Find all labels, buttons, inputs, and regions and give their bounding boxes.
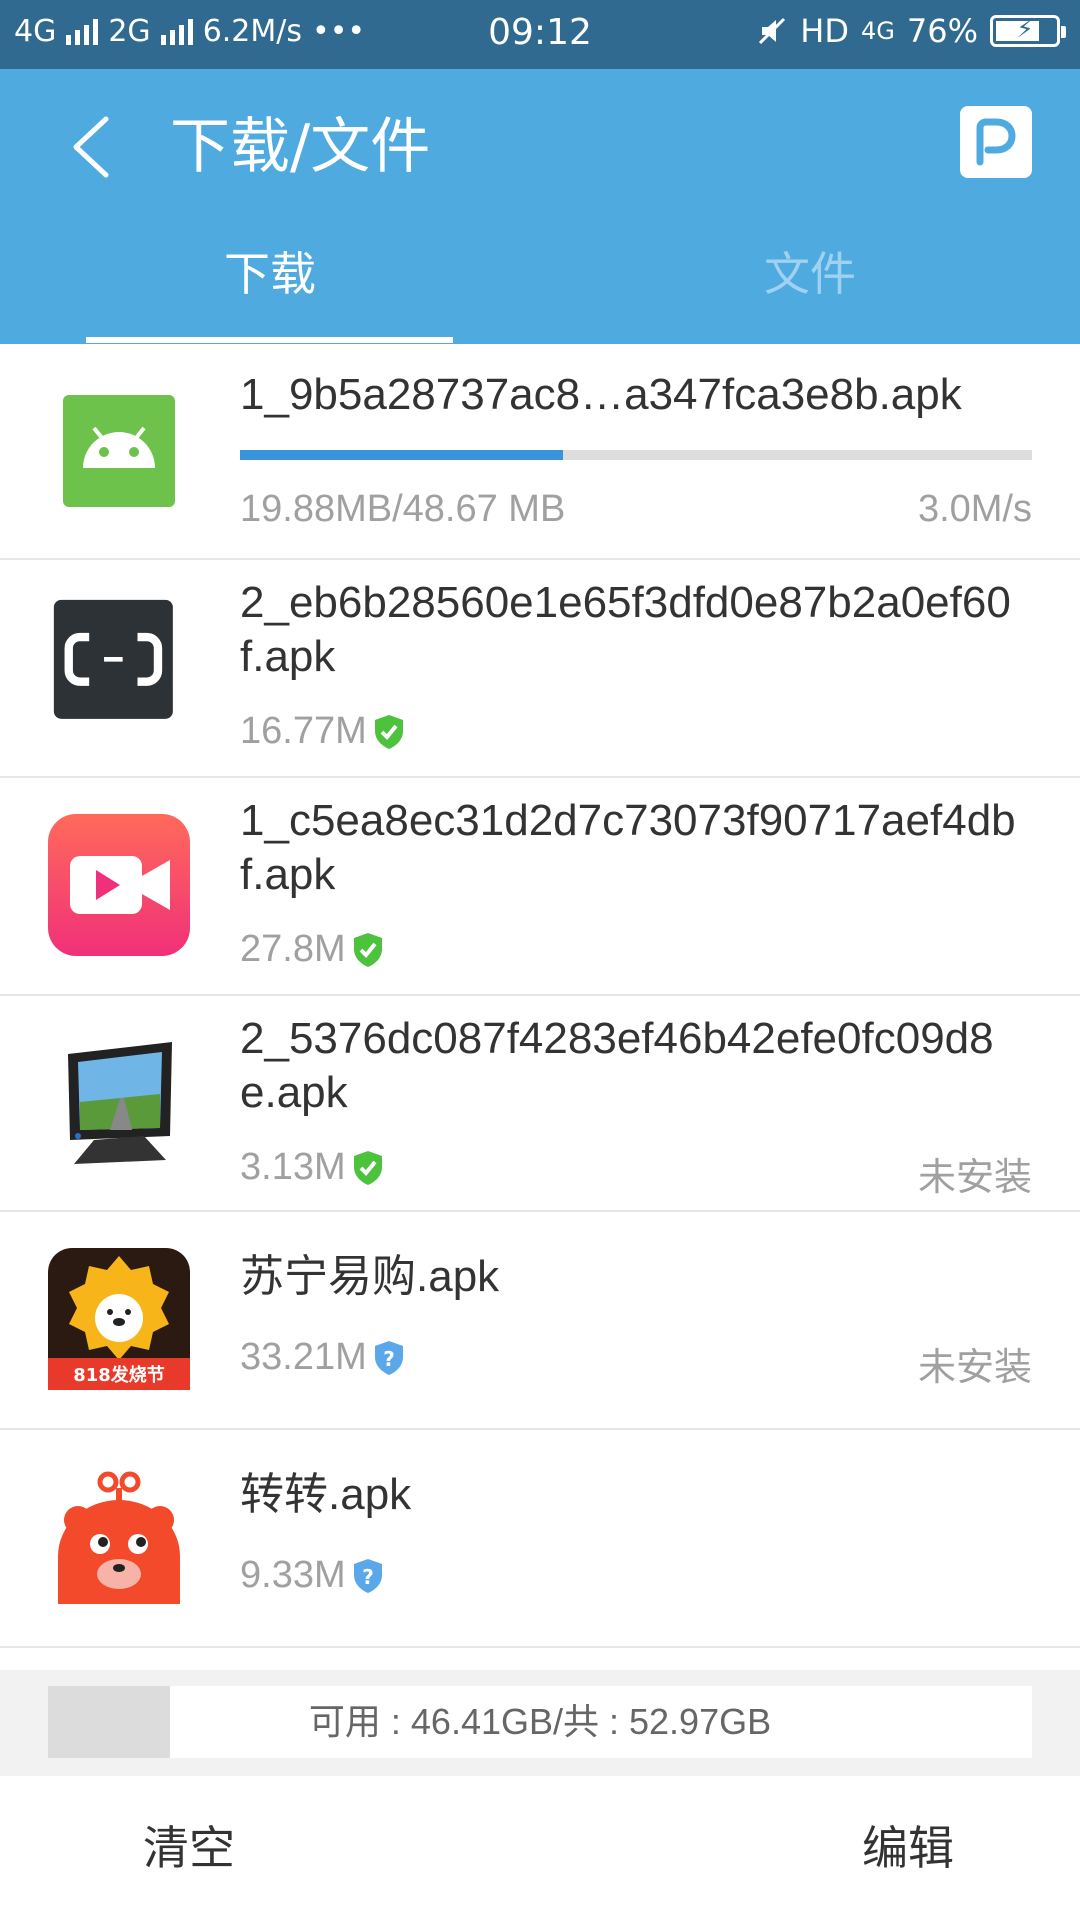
back-arrow-icon[interactable] — [56, 107, 136, 187]
video-camera-app-icon — [48, 814, 190, 956]
file-name: 转转.apk — [240, 1470, 412, 1519]
file-size: 3.13M — [240, 1146, 346, 1188]
install-status: 未安装 — [917, 1347, 1032, 1389]
suning-lion-icon: 818发烧节 — [48, 1248, 190, 1390]
svg-text:?: ? — [383, 1347, 395, 1371]
list-item[interactable]: 1_c5ea8ec31d2d7c73073f90717aef4dbf.apk 2… — [0, 778, 1080, 996]
file-size: 9.33M — [240, 1554, 346, 1596]
verified-shield-icon — [353, 1150, 382, 1185]
list-item[interactable]: 2_5376dc087f4283ef46b42efe0fc09d8e.apk 3… — [0, 996, 1080, 1212]
battery-percent: 76% — [906, 12, 978, 50]
mute-icon — [759, 17, 786, 45]
monitor-app-icon — [68, 1042, 172, 1164]
unknown-shield-icon: ? — [374, 1340, 403, 1375]
suning-icon-text: 818发烧节 — [73, 1364, 165, 1386]
clear-button[interactable]: 清空 — [143, 1776, 235, 1920]
hd-label: HD — [800, 12, 849, 50]
status-bar: 4G 2G 6.2M/s ••• 09:12 HD 4G 76% ⚡ — [0, 0, 1080, 69]
file-size-row: 33.21M ? — [240, 1336, 405, 1379]
file-size: 33.21M — [240, 1336, 367, 1378]
network-4g: 4G — [861, 17, 895, 45]
verified-shield-icon — [353, 932, 382, 967]
file-name: 2_5376dc087f4283ef46b42efe0fc09d8e.apk — [240, 1014, 994, 1117]
file-size: 19.88MB/48.67 MB — [240, 488, 566, 530]
file-name: 1_c5ea8ec31d2d7c73073f90717aef4dbf.apk — [240, 796, 1016, 899]
file-size-row: 16.77M — [240, 710, 405, 753]
status-right: HD 4G 76% ⚡ — [756, 12, 1066, 50]
unknown-shield-icon: ? — [353, 1558, 382, 1593]
zhuanzhuan-bear-icon — [58, 1471, 180, 1604]
edit-button[interactable]: 编辑 — [862, 1776, 954, 1920]
file-name: 2_eb6b28560e1e65f3dfd0e87b2a0ef60f.apk — [240, 578, 1011, 681]
verified-shield-icon — [374, 714, 403, 749]
p-logo-button[interactable] — [960, 106, 1032, 178]
android-icon — [63, 395, 175, 507]
file-size: 16.77M — [240, 710, 367, 752]
storage-panel: 可用 : 46.41GB/共 : 52.97GB — [0, 1670, 1080, 1776]
svg-text:?: ? — [362, 1565, 374, 1589]
app-bar: 下载/文件 下载 文件 — [0, 69, 1080, 344]
list-item[interactable]: 2_eb6b28560e1e65f3dfd0e87b2a0ef60f.apk 1… — [0, 560, 1080, 778]
download-progress-bar — [240, 450, 1032, 460]
storage-bar: 可用 : 46.41GB/共 : 52.97GB — [48, 1686, 1032, 1758]
file-size-row: 9.33M ? — [240, 1554, 384, 1597]
download-speed: 3.0M/s — [917, 488, 1032, 530]
list-item[interactable]: 转转.apk 9.33M ? — [0, 1430, 1080, 1648]
tab-download[interactable]: 下载 — [0, 239, 540, 309]
file-size-row: 3.13M — [240, 1146, 384, 1189]
file-size: 27.8M — [240, 928, 346, 970]
file-size-row: 27.8M — [240, 928, 384, 971]
list-item[interactable]: 818发烧节 苏宁易购.apk 33.21M ? 未安装 — [0, 1212, 1080, 1430]
install-status: 未安装 — [917, 1157, 1032, 1199]
list-item[interactable]: 1_9b5a28737ac8…a347fca3e8b.apk 19.88MB/4… — [0, 344, 1080, 560]
file-name: 1_9b5a28737ac8…a347fca3e8b.apk — [240, 370, 962, 419]
aliyun-app-icon — [53, 599, 173, 719]
progress-fill — [240, 450, 564, 460]
storage-text: 可用 : 46.41GB/共 : 52.97GB — [308, 1701, 772, 1742]
battery-icon: ⚡ — [990, 15, 1066, 47]
tab-files[interactable]: 文件 — [540, 239, 1080, 309]
tab-indicator — [86, 337, 453, 343]
bottom-action-bar: 清空 编辑 — [0, 1776, 1080, 1920]
page-title: 下载/文件 — [170, 112, 431, 182]
p-logo-icon — [976, 118, 1016, 166]
file-name: 苏宁易购.apk — [240, 1252, 500, 1301]
